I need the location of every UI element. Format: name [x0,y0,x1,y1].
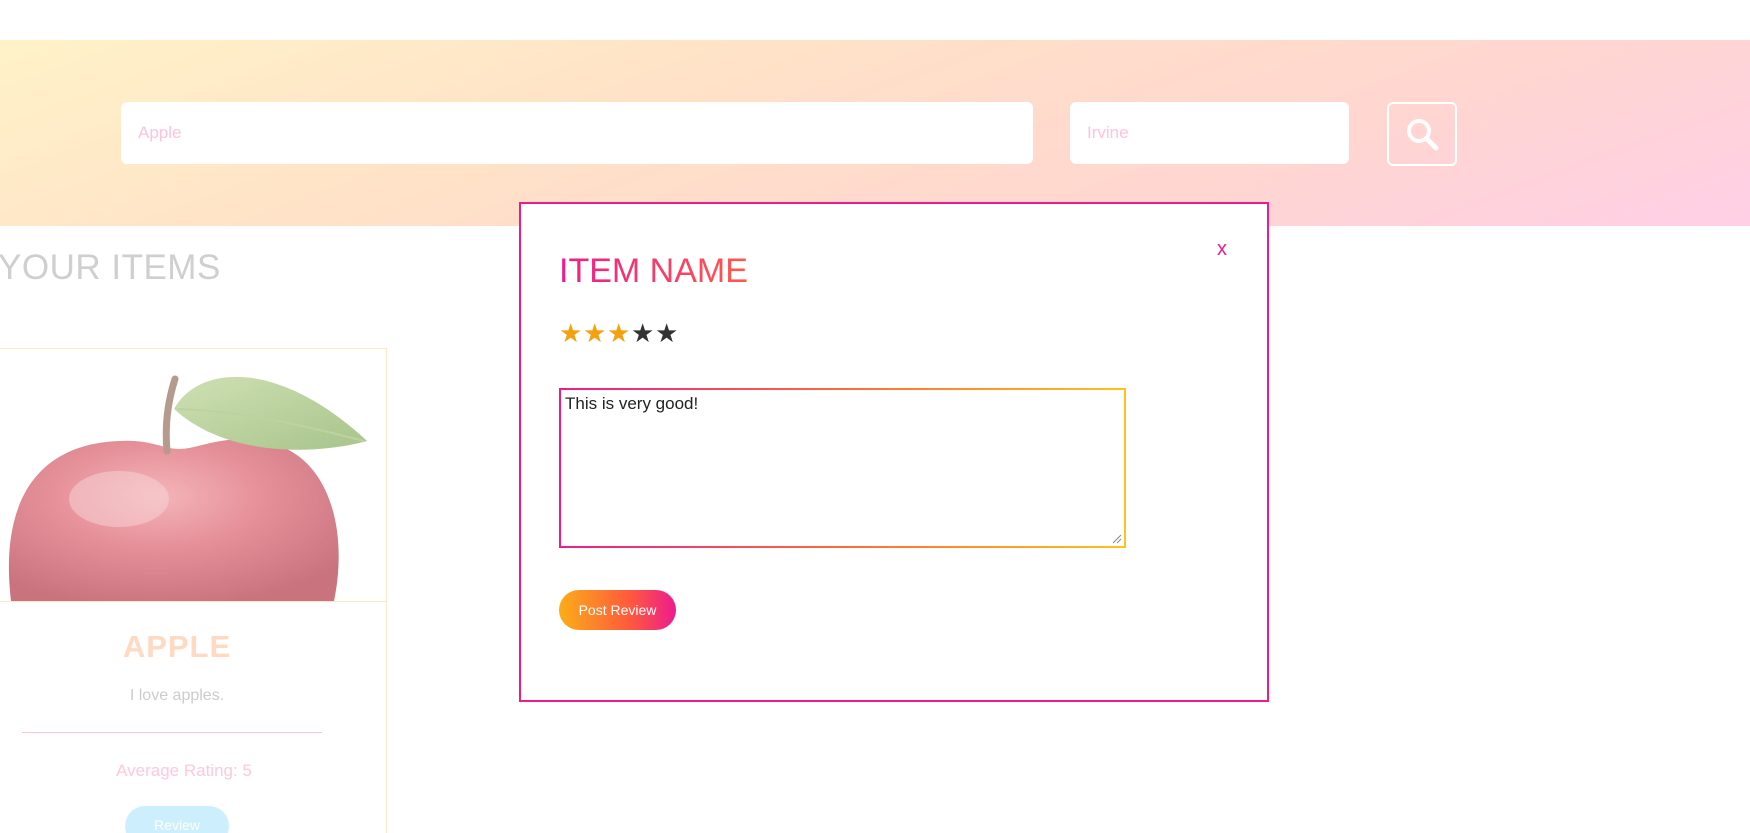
item-image [0,349,386,602]
resize-grip-icon[interactable] [1112,534,1122,544]
average-rating: Average Rating: 5 [116,761,252,780]
item-description: I love apples. [129,687,225,704]
star-icon[interactable]: ★ [631,320,654,346]
search-location-value: Irvine [1087,123,1129,142]
star-icon[interactable]: ★ [559,320,582,346]
search-button[interactable] [1387,102,1457,166]
star-icon[interactable]: ★ [583,320,606,346]
review-textarea[interactable] [561,390,1124,546]
search-what-input[interactable]: Apple [121,102,1033,164]
post-review-button[interactable]: Post Review [559,590,676,630]
divider [22,732,322,733]
modal-title: ITEM NAME [559,252,748,290]
review-textarea-frame [559,388,1126,548]
item-card: APPLE I love apples. Average Rating: 5 R… [0,348,387,833]
search-what-value: Apple [138,123,182,142]
page: Apple Irvine YOUR ITEMS APPLE I love app… [0,0,1750,833]
apple-image [8,375,367,601]
page-title: YOUR ITEMS [0,248,221,287]
review-modal: x ITEM NAME ★★★★★ Post Review [519,202,1269,702]
review-button[interactable]: Review [125,806,229,833]
close-button[interactable]: x [1217,238,1227,261]
star-icon[interactable]: ★ [607,320,630,346]
search-icon [1407,119,1439,151]
search-location-input[interactable]: Irvine [1070,102,1349,164]
item-name: APPLE [122,629,232,664]
star-rating[interactable]: ★ ★ ★ ★ ★ [559,320,678,346]
star-icon[interactable]: ★ [655,320,678,346]
